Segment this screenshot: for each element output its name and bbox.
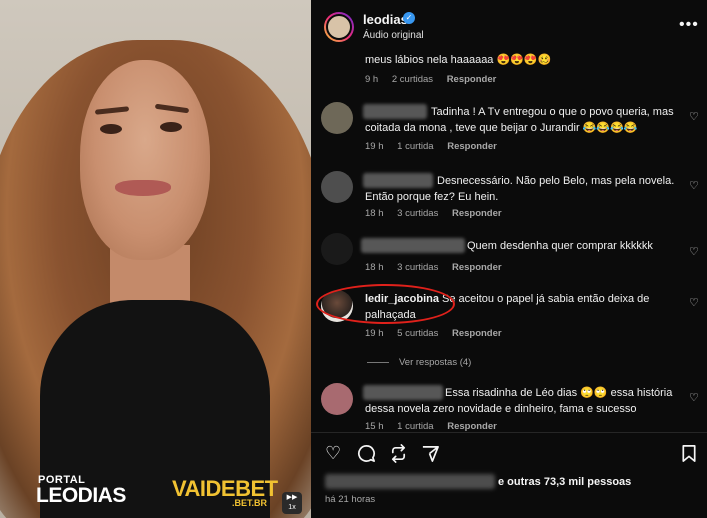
comment-text: Tadinha ! A Tv entregou o que o povo que… (365, 106, 674, 134)
comment-avatar[interactable] (321, 171, 353, 203)
reply-button[interactable]: Responder (447, 421, 497, 432)
actions-divider (311, 432, 707, 433)
comments-panel: leodias ✓ Áudio original ••• meus lábios… (311, 0, 707, 518)
comment-likes[interactable]: 2 curtidas (392, 74, 433, 85)
more-options-icon[interactable]: ••• (679, 16, 699, 34)
blurred-liker-names (325, 474, 495, 489)
playback-speed-button[interactable]: ▶▶ 1x (282, 492, 302, 514)
playback-speed-label: 1x (288, 504, 296, 511)
comment-meta: 15 h 1 curtida Responder (365, 421, 508, 432)
share-icon[interactable] (421, 444, 440, 463)
comment-meta: 18 h 3 curtidas Responder (365, 208, 513, 219)
like-heart-icon[interactable]: ♡ (689, 179, 699, 192)
comment-time: 19 h (365, 328, 384, 339)
video-player[interactable]: PORTAL LEODIAS VAIDEBET .BET.BR ▶▶ 1x (0, 0, 311, 518)
comment-text: Desnecessário. Não pelo Belo, mas pela n… (365, 175, 675, 203)
post-time: há 21 horas (325, 494, 376, 505)
video-right-eye (160, 122, 182, 132)
comment-likes[interactable]: 1 curtida (397, 421, 433, 432)
comment-likes[interactable]: 3 curtidas (397, 208, 438, 219)
comment-meta: 18 h 3 curtidas Responder (365, 262, 513, 273)
like-heart-icon[interactable]: ♡ (689, 245, 699, 258)
like-icon[interactable]: ♡ (325, 442, 341, 464)
like-heart-icon[interactable]: ♡ (689, 110, 699, 123)
post-username[interactable]: leodias (363, 12, 408, 27)
comment-avatar[interactable] (321, 383, 353, 415)
view-replies-label: Ver respostas (4) (399, 357, 472, 368)
post-actions: ♡ (311, 442, 707, 464)
reply-button[interactable]: Responder (447, 74, 497, 85)
comment-likes[interactable]: 5 curtidas (397, 328, 438, 339)
brand-leodias-logo: LEODIAS (36, 484, 126, 507)
repost-icon[interactable] (389, 444, 408, 463)
likes-summary[interactable]: e outras 73,3 mil pessoas (498, 476, 631, 488)
fast-forward-icon: ▶▶ (286, 494, 298, 501)
video-mouth (115, 180, 171, 196)
comment-text: meus lábios nela haaaaaa 😍😍😍🥴 (365, 54, 552, 66)
profile-avatar[interactable] (324, 12, 354, 42)
comment-likes[interactable]: 1 curtida (397, 141, 433, 152)
comment-text: Essa risadinha de Léo dias 🙄🙄 essa histó… (365, 387, 673, 415)
comment-meta: 19 h 5 curtidas Responder (365, 328, 513, 339)
video-left-eye (100, 124, 122, 134)
reply-button[interactable]: Responder (452, 262, 502, 273)
like-heart-icon[interactable]: ♡ (689, 391, 699, 404)
comment-avatar[interactable] (321, 102, 353, 134)
replies-line (367, 361, 389, 363)
reply-button[interactable]: Responder (447, 141, 497, 152)
comment-meta: 9 h 2 curtidas Responder (365, 74, 507, 85)
save-bookmark-icon[interactable] (681, 444, 697, 463)
audio-label[interactable]: Áudio original (363, 30, 424, 41)
comment-text: Quem desdenha quer comprar kkkkkk (467, 240, 653, 252)
view-replies-button[interactable]: Ver respostas (4) (367, 357, 471, 368)
like-heart-icon[interactable]: ♡ (689, 296, 699, 309)
sponsor-domain: .BET.BR (232, 498, 268, 508)
comment-time: 18 h (365, 208, 384, 219)
comment-time: 9 h (365, 74, 379, 85)
blurred-username (361, 238, 465, 253)
verified-badge-icon: ✓ (403, 12, 415, 24)
reply-button[interactable]: Responder (452, 208, 502, 219)
red-highlight-circle (316, 284, 455, 324)
comment-time: 18 h (365, 262, 384, 273)
reply-button[interactable]: Responder (452, 328, 502, 339)
comment-time: 15 h (365, 421, 384, 432)
comment-meta: 19 h 1 curtida Responder (365, 141, 508, 152)
comment-time: 19 h (365, 141, 384, 152)
comment-icon[interactable] (357, 444, 376, 463)
comment-avatar[interactable] (321, 233, 353, 265)
video-face (80, 60, 210, 260)
post-header: leodias ✓ Áudio original ••• (311, 0, 707, 46)
comment-likes[interactable]: 3 curtidas (397, 262, 438, 273)
